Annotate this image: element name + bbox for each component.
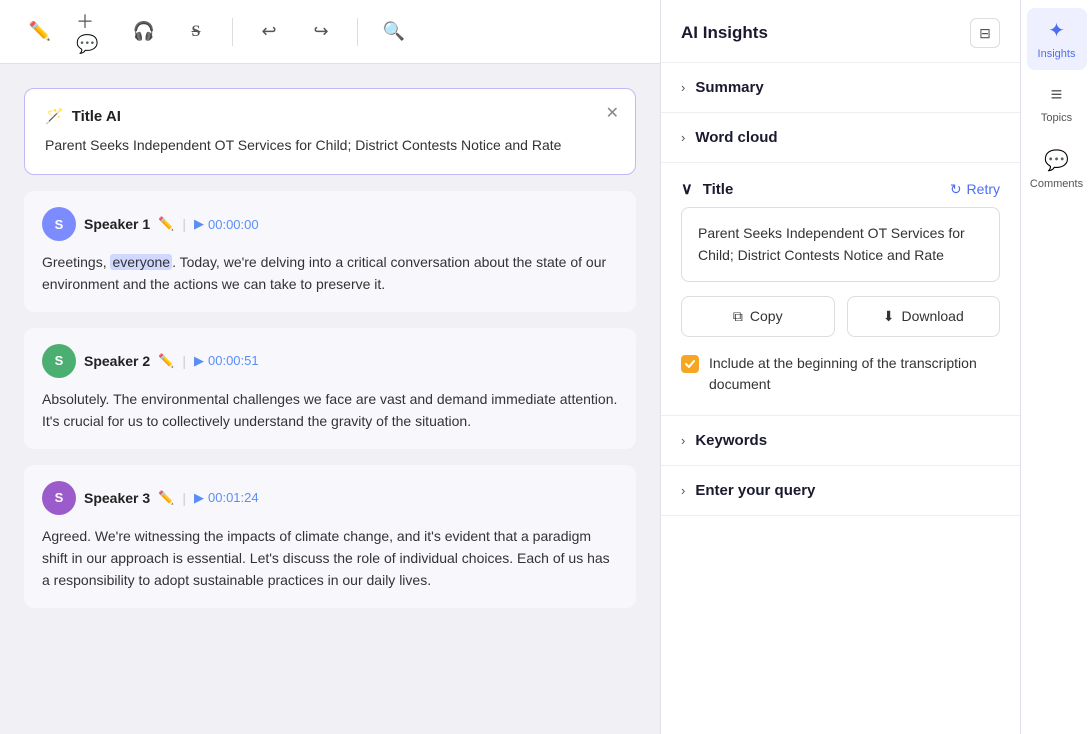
play-icon-1[interactable]: ▶ [194, 216, 204, 232]
title-section-header: ∨ Title [681, 179, 733, 199]
speaker-header-3: S Speaker 3 ✏️ | ▶ 00:01:24 [42, 481, 618, 515]
speaker-header-2: S Speaker 2 ✏️ | ▶ 00:00:51 [42, 344, 618, 378]
chevron-down-icon: ∨ [681, 179, 693, 199]
sidebar-item-topics[interactable]: ≡ Topics [1027, 74, 1087, 134]
title-ai-text: Parent Seeks Independent OT Services for… [45, 135, 615, 156]
summary-accordion-header[interactable]: › Summary [661, 63, 1020, 112]
speaker-text-2: Absolutely. The environmental challenges… [42, 388, 618, 433]
title-content-text: Parent Seeks Independent OT Services for… [698, 225, 965, 263]
timestamp-3: ▶ 00:01:24 [194, 490, 259, 506]
include-checkbox[interactable] [681, 355, 699, 373]
speaker-name-2: Speaker 2 [84, 353, 150, 369]
main-area: ✏️ ＋💬 🎧 S ↩ ↪ 🔍 🪄 Title AI ✕ Parent Seek… [0, 0, 660, 734]
copy-button[interactable]: ⧉ Copy [681, 296, 835, 337]
toolbar: ✏️ ＋💬 🎧 S ↩ ↪ 🔍 [0, 0, 660, 64]
title-ai-label: Title AI [72, 108, 121, 125]
speaker-block-3: S Speaker 3 ✏️ | ▶ 00:01:24 Agreed. We'r… [24, 465, 636, 608]
title-section: ∨ Title ↻ Retry Parent Seeks Independent… [661, 163, 1020, 416]
toolbar-divider-2 [357, 18, 358, 46]
include-label: Include at the beginning of the transcri… [709, 353, 1000, 395]
summary-label: Summary [695, 79, 763, 96]
keywords-accordion-header[interactable]: › Keywords [661, 416, 1020, 465]
topics-icon: ≡ [1051, 84, 1063, 107]
panel-header: AI Insights ⊟ [661, 0, 1020, 63]
title-section-label: Title [703, 181, 734, 198]
query-label: Enter your query [695, 482, 815, 499]
speaker-block-2: S Speaker 2 ✏️ | ▶ 00:00:51 Absolutely. … [24, 328, 636, 449]
chevron-right-icon: › [681, 80, 685, 95]
toolbar-divider [232, 18, 233, 46]
sidebar-item-comments[interactable]: 💬 Comments [1027, 138, 1087, 200]
edit-icon-3[interactable]: ✏️ [158, 490, 174, 506]
speaker-icon[interactable]: 🎧 [128, 16, 160, 48]
avatar-speaker-2: S [42, 344, 76, 378]
right-sidebar: ✦ Insights ≡ Topics 💬 Comments [1020, 0, 1092, 734]
chevron-right-icon-4: › [681, 483, 685, 498]
copy-label: Copy [750, 308, 783, 324]
retry-icon: ↻ [950, 181, 962, 198]
comment-add-icon[interactable]: ＋💬 [76, 16, 108, 48]
insights-label: Insights [1038, 48, 1076, 60]
retry-label: Retry [967, 181, 1000, 197]
keywords-section: › Keywords [661, 416, 1020, 466]
speaker-name-1: Speaker 1 [84, 216, 150, 232]
speaker-block-1: S Speaker 1 ✏️ | ▶ 00:00:00 Greetings, e… [24, 191, 636, 312]
highlight-word: everyone [110, 254, 172, 270]
sidebar-item-insights[interactable]: ✦ Insights [1027, 8, 1087, 70]
timestamp-1: ▶ 00:00:00 [194, 216, 259, 232]
avatar-speaker-3: S [42, 481, 76, 515]
avatar-speaker-1: S [42, 207, 76, 241]
redo-icon[interactable]: ↪ [305, 16, 337, 48]
title-ai-header: 🪄 Title AI [45, 107, 615, 125]
speaker-text-3: Agreed. We're witnessing the impacts of … [42, 525, 618, 592]
panel-title: AI Insights [681, 23, 768, 43]
title-ai-icon: 🪄 [45, 107, 64, 125]
play-icon-2[interactable]: ▶ [194, 353, 204, 369]
chevron-right-icon-2: › [681, 130, 685, 145]
search-icon[interactable]: 🔍 [378, 16, 410, 48]
retry-button[interactable]: ↻ Retry [950, 181, 1000, 198]
copy-icon: ⧉ [733, 308, 743, 325]
play-icon-3[interactable]: ▶ [194, 490, 204, 506]
title-row: ∨ Title ↻ Retry [661, 163, 1020, 207]
action-buttons: ⧉ Copy ⬇ Download [681, 296, 1000, 337]
download-label: Download [901, 308, 963, 324]
insights-icon: ✦ [1048, 18, 1065, 43]
download-icon: ⬇ [883, 308, 895, 325]
speaker-name-3: Speaker 3 [84, 490, 150, 506]
content-area: 🪄 Title AI ✕ Parent Seeks Independent OT… [0, 64, 660, 734]
wordcloud-label: Word cloud [695, 129, 777, 146]
query-section: › Enter your query [661, 466, 1020, 516]
comments-label: Comments [1030, 178, 1083, 190]
speaker-text-1: Greetings, everyone. Today, we're delvin… [42, 251, 618, 296]
comments-icon: 💬 [1044, 148, 1069, 173]
download-button[interactable]: ⬇ Download [847, 296, 1001, 337]
topics-label: Topics [1041, 112, 1072, 124]
summary-section: › Summary [661, 63, 1020, 113]
close-icon[interactable]: ✕ [606, 103, 619, 123]
keywords-label: Keywords [695, 432, 767, 449]
title-ai-box: 🪄 Title AI ✕ Parent Seeks Independent OT… [24, 88, 636, 175]
include-row: Include at the beginning of the transcri… [681, 353, 1000, 395]
timestamp-2: ▶ 00:00:51 [194, 353, 259, 369]
ai-insights-panel: AI Insights ⊟ › Summary › Word cloud ∨ T… [660, 0, 1020, 734]
chevron-right-icon-3: › [681, 433, 685, 448]
edit-icon-1[interactable]: ✏️ [158, 216, 174, 232]
speaker-header-1: S Speaker 1 ✏️ | ▶ 00:00:00 [42, 207, 618, 241]
pen-icon[interactable]: ✏️ [24, 16, 56, 48]
strikethrough-icon[interactable]: S [180, 16, 212, 48]
title-content-box: Parent Seeks Independent OT Services for… [681, 207, 1000, 282]
edit-icon-2[interactable]: ✏️ [158, 353, 174, 369]
query-accordion-header[interactable]: › Enter your query [661, 466, 1020, 515]
wordcloud-section: › Word cloud [661, 113, 1020, 163]
wordcloud-accordion-header[interactable]: › Word cloud [661, 113, 1020, 162]
undo-icon[interactable]: ↩ [253, 16, 285, 48]
collapse-button[interactable]: ⊟ [970, 18, 1000, 48]
